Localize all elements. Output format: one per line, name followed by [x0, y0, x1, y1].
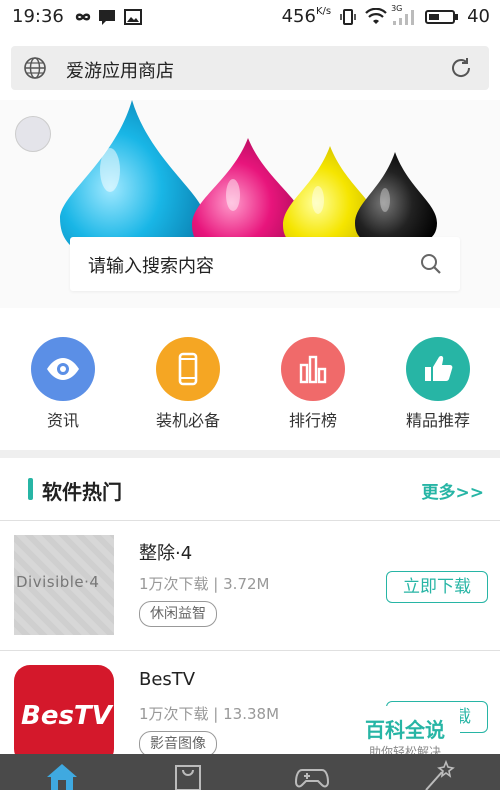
wifi-icon: [365, 7, 387, 26]
battery-icon: [425, 8, 459, 26]
globe-icon: [23, 56, 47, 80]
category-ranking[interactable]: 排行榜: [263, 337, 363, 431]
app-icon: Divisible·4: [14, 535, 114, 635]
bag-icon[interactable]: [168, 760, 208, 791]
search-placeholder: 请输入搜索内容: [88, 256, 214, 277]
app-meta: 1万次下载 | 3.72M: [139, 575, 270, 593]
gamepad-icon[interactable]: [292, 760, 332, 790]
address-bar[interactable]: 爱游应用商店: [11, 46, 489, 90]
bottom-nav: [0, 754, 500, 791]
app-icon: BesTV: [14, 665, 114, 765]
section-title: 软件热门: [42, 480, 122, 504]
magic-wand-icon[interactable]: [418, 759, 458, 791]
vibrate-icon: [339, 8, 357, 26]
clock: 19:36: [12, 6, 64, 27]
signal-icon: 3G: [391, 4, 417, 26]
refresh-icon[interactable]: [448, 55, 474, 81]
section-header: 软件热门 更多>>: [0, 470, 500, 510]
section-divider: [0, 450, 500, 458]
message-icon: [98, 8, 116, 26]
category-essentials-label: 装机必备: [155, 411, 220, 430]
home-icon[interactable]: [42, 760, 82, 790]
category-news[interactable]: 资讯: [13, 337, 113, 431]
category-news-label: 资讯: [46, 411, 79, 430]
network-speed: 456K/s: [281, 6, 332, 27]
category-ranking-label: 排行榜: [288, 411, 337, 430]
category-recommended[interactable]: 精品推荐: [388, 337, 488, 431]
category-shortcuts: 资讯 装机必备 排行榜 精品推荐: [0, 337, 500, 437]
search-icon[interactable]: [420, 253, 442, 275]
page-title: 爱游应用商店: [66, 61, 174, 82]
image-icon: [123, 8, 142, 26]
bar-chart-icon: [281, 337, 345, 401]
infinity-icon: [72, 8, 91, 26]
app-meta: 1万次下载 | 13.38M: [139, 705, 280, 723]
battery-level: 40: [467, 6, 490, 27]
category-essentials[interactable]: 装机必备: [138, 337, 238, 431]
section-accent-bar: [28, 478, 33, 500]
phone-icon: [156, 337, 220, 401]
app-name: BesTV: [139, 669, 196, 690]
search-input[interactable]: 请输入搜索内容: [70, 237, 460, 291]
app-logo-badge: [15, 116, 51, 152]
status-bar: 19:36 456K/s 3G 40: [0, 0, 500, 36]
thumbs-up-icon: [406, 337, 470, 401]
download-button[interactable]: 立即下载: [386, 571, 488, 603]
category-recommended-label: 精品推荐: [405, 411, 470, 430]
app-name: 整除·4: [139, 543, 193, 564]
eye-icon: [31, 337, 95, 401]
more-link[interactable]: 更多>>: [422, 478, 485, 503]
list-item[interactable]: Divisible·4 整除·4 1万次下载 | 3.72M 休闲益智 立即下载: [0, 521, 500, 649]
app-category-tag: 休闲益智: [139, 601, 217, 627]
